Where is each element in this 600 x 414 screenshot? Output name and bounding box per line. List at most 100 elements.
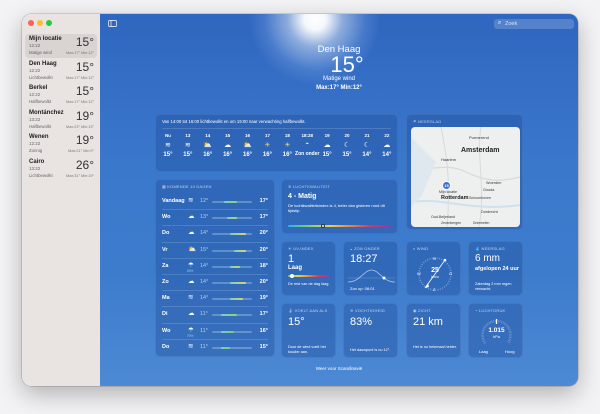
temp-range-fill — [233, 249, 247, 252]
location-item[interactable]: Berkel 12:22 Halfbewolkt 15° Max:17° Min… — [25, 83, 97, 107]
temp-range-bar — [212, 233, 252, 236]
location-name: Montánchez — [29, 109, 64, 116]
location-item[interactable]: Wenen 12:22 Zonnig 19° Max:21° Min:9° — [25, 132, 97, 156]
location-temp: 19° — [75, 133, 94, 147]
hour-label: Nu — [164, 133, 171, 138]
day-low: 14° — [200, 262, 209, 269]
day-low: 13° — [200, 214, 209, 221]
hero-hilo: Max:17° Min:12° — [316, 85, 362, 91]
pressure-card[interactable]: ◔ LUCHTDRUK 1.015 hPa Laag Hoog — [468, 303, 523, 358]
hour-label: 21 — [364, 133, 370, 138]
day-row[interactable]: Za ☂ 60% 14° 18° — [160, 257, 270, 274]
hour-label: 14 — [205, 133, 211, 138]
wind-south: Z — [433, 287, 436, 292]
day-row[interactable]: Vandaag ≋ 12° 17° — [160, 193, 270, 209]
day-row[interactable]: Zo ☁ 14° 20° — [160, 274, 270, 290]
day-high: 17° — [259, 311, 268, 318]
day-high: 20° — [259, 279, 268, 285]
map-city-purmerend: Purmerend — [469, 135, 489, 140]
sunset-card[interactable]: ◒ ZON ONDER 18:27 Zon op: 08:01 — [343, 241, 398, 296]
search-icon: ⌕ — [498, 20, 502, 26]
temp-range-bar — [212, 249, 252, 252]
map-location-label: Mijn locatie — [439, 190, 457, 194]
day-row[interactable]: Wo ☂ 70% 11° 16° — [160, 322, 270, 339]
location-hilo: Max:17° Min:12° — [66, 51, 94, 55]
location-item[interactable]: Den Haag 12:22 Lichtbewolkt 15° Max:17° … — [25, 59, 97, 83]
air-quality-card[interactable]: ≋ LUCHTKWALITEIT 4 - Matig De luchtkwali… — [281, 179, 398, 234]
map-city-woerden: Woerden — [486, 181, 502, 185]
location-item[interactable]: Cairo 13:22 Lichtbewolkt 26° Max:31° Min… — [25, 157, 97, 181]
pressure-header: ◔ LUCHTDRUK — [475, 308, 506, 313]
hourly-row: Nu ≋ 15° 13 ≋ 15° 14 ⛅ 16° 15 ☁ 16° 16 ⛅ 16°… — [158, 131, 395, 169]
air-quality-value: 4 - Matig — [288, 193, 317, 200]
day-name: Wo — [162, 214, 171, 221]
hour-temp: 16° — [243, 152, 253, 158]
ten-day-forecast-card: ▦ KOMENDE 10 DAGEN Vandaag ≋ 12° 17° Wo … — [155, 179, 275, 357]
location-temp: 26° — [75, 157, 94, 172]
location-item[interactable]: Mijn locatie 12:22 Matige wind 15° Max:1… — [25, 34, 97, 58]
temp-range-bar — [212, 314, 252, 317]
rainfall-value: 6 mm — [475, 253, 500, 264]
sunrise-value: Zon op: 08:01 — [350, 286, 375, 291]
feels-like-card[interactable]: 🌡 VOELT AAN ALS 15° Door de wind voelt h… — [281, 303, 336, 358]
wind-north: N — [433, 256, 436, 261]
zoom-button[interactable] — [46, 20, 52, 26]
humidity-card[interactable]: ≋ VOCHTIGHEID 83% Het dauwpunt is nu 12°… — [343, 303, 398, 358]
rainfall-card[interactable]: 💧 NEERSLAG 6 mm afgelopen 24 uur Zaterda… — [468, 241, 523, 296]
day-row[interactable]: Ma ≋ 14° 19° — [160, 290, 270, 306]
day-name: Do — [162, 343, 170, 350]
hour-column: 17 ☀ 16° — [258, 131, 278, 169]
hour-label: 18:28 — [301, 133, 313, 138]
hour-column: 21 ☾ 14° — [357, 131, 377, 169]
map-city-rotterdam: Rotterdam — [441, 195, 469, 201]
location-time: 13:22 — [29, 116, 41, 122]
sun-cloud-icon: ⛅ — [188, 245, 197, 253]
location-hilo: Max:23° Min:13° — [66, 124, 94, 129]
hero-temp: 15° — [330, 52, 364, 77]
search-field[interactable]: ⌕ Zoek — [494, 19, 574, 29]
minimize-button[interactable] — [37, 20, 43, 26]
footer-link[interactable]: Weer voor Scandinavië — [100, 366, 578, 371]
map-location-pin[interactable]: 15 — [442, 181, 451, 190]
day-low: 11° — [200, 343, 208, 350]
day-name: Vr — [162, 246, 168, 253]
day-row[interactable]: Do ☁ 14° 20° — [160, 225, 270, 241]
location-temp: 15° — [75, 59, 94, 74]
visibility-card[interactable]: ◉ ZICHT 21 km Het is nu helemaal helder. — [406, 303, 461, 358]
temp-range-fill — [230, 265, 240, 268]
rain-icon: ☂ — [188, 326, 194, 334]
cloud-icon: ☁ — [188, 310, 195, 318]
day-row[interactable]: Do ≋ 11° 15° — [160, 338, 270, 355]
sidebar-toggle-icon[interactable] — [108, 20, 117, 27]
map-city-drimmelen: Drimmelen — [473, 221, 490, 225]
uv-value: 1 — [288, 253, 295, 265]
location-item[interactable]: Montánchez 13:22 Halfbewolkt 19° Max:23°… — [25, 108, 97, 132]
map-view[interactable]: Purmerend Amsterdam Haarlem 15 Mijn loca… — [411, 127, 520, 227]
rainfall-desc: Zaterdag 2 mm regen verwacht. — [475, 282, 512, 291]
hour-column: 14 ⛅ 16° — [198, 131, 218, 169]
hour-label: 15 — [225, 133, 231, 138]
precipitation-map-card[interactable]: ☂ NEERSLAG Purmerend Amsterdam Haarlem 1… — [406, 114, 523, 230]
visibility-value: 21 km — [413, 316, 443, 328]
map-city-gouda: Gouda — [483, 188, 495, 192]
hourly-summary: Van 14:00 tot 16:00 lichtbewolkt en om 1… — [162, 119, 306, 124]
temp-range-bar — [212, 330, 252, 333]
sun-icon: ☀ — [284, 142, 291, 149]
day-high: 16° — [259, 327, 268, 334]
wind-card[interactable]: ≈ WIND N O Z W 25 km/u — [406, 241, 461, 296]
day-row[interactable]: Vr ⛅ 15° 20° — [160, 241, 270, 258]
day-high: 17° — [259, 198, 268, 204]
day-row[interactable]: Di ☁ 11° 17° — [160, 306, 270, 322]
uv-index-card[interactable]: ☀ UV-INDEX 1 Laag De rest van de dag laa… — [281, 241, 336, 296]
hour-column: 16 ⛅ 16° — [238, 131, 258, 169]
hour-temp: 15° — [342, 152, 352, 158]
day-high: 15° — [259, 343, 268, 350]
day-name: Wo — [162, 327, 171, 334]
location-condition: Halfbewolkt — [29, 99, 52, 104]
temp-range-fill — [220, 330, 234, 333]
hour-label: 18 — [284, 133, 290, 138]
close-button[interactable] — [28, 20, 34, 26]
feels-like-desc: Door de wind voelt het kouder aan. — [288, 345, 326, 354]
day-row[interactable]: Wo ☁ 13° 17° — [160, 209, 270, 225]
map-header: ☂ NEERSLAG — [413, 119, 442, 124]
